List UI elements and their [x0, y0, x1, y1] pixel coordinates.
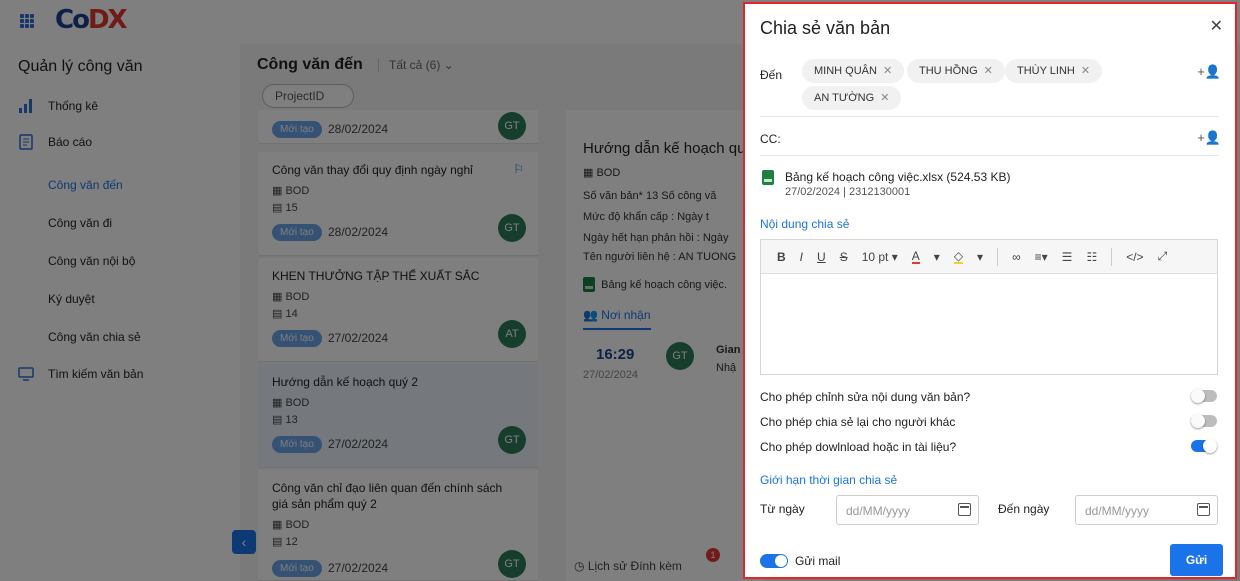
editor-toolbar: B I U S 10 pt ▾ A ▾ ◇ ▾ ∞ ≡▾ ☰ ☷ </> ⤢ — [761, 240, 1217, 274]
remove-chip-icon[interactable]: ✕ — [883, 65, 892, 77]
add-recipient-icon[interactable]: +👤 — [1197, 64, 1221, 80]
font-color-icon[interactable]: A — [911, 250, 920, 264]
toolbar-divider — [1111, 247, 1113, 266]
cc-label: CC: — [760, 132, 781, 146]
highlight-dropdown-icon[interactable]: ▾ — [977, 250, 983, 264]
rich-text-editor[interactable]: B I U S 10 pt ▾ A ▾ ◇ ▾ ∞ ≡▾ ☰ ☷ </> ⤢ — [760, 239, 1218, 375]
recipient-chip: THÙY LINH ✕ — [1005, 59, 1103, 83]
recipient-chip: MINH QUÂN ✕ — [802, 59, 905, 83]
toolbar-divider — [997, 247, 999, 266]
send-mail-toggle[interactable] — [760, 554, 788, 568]
close-icon[interactable]: ✕ — [1210, 16, 1223, 36]
divider — [760, 116, 1219, 117]
recipient-chip: THU HỒNG ✕ — [907, 59, 1005, 83]
calendar-icon[interactable] — [958, 503, 971, 516]
recipient-chip: AN TƯỜNG ✕ — [802, 86, 902, 110]
send-button[interactable]: Gửi — [1170, 544, 1223, 576]
italic-icon[interactable]: I — [800, 250, 803, 264]
font-color-dropdown-icon[interactable]: ▾ — [934, 250, 940, 264]
excel-file-icon — [762, 170, 774, 185]
add-cc-icon[interactable]: +👤 — [1197, 130, 1221, 146]
fullscreen-icon[interactable]: ⤢ — [1158, 249, 1168, 264]
align-icon[interactable]: ≡▾ — [1035, 250, 1048, 264]
send-mail-label: Gửi mail — [795, 554, 841, 568]
highlight-color-icon[interactable]: ◇ — [953, 250, 964, 264]
underline-icon[interactable]: U — [817, 250, 826, 264]
time-limit-label: Giới hạn thời gian chia sẻ — [760, 473, 898, 487]
to-date-input[interactable]: dd/MM/yyyy — [1075, 495, 1218, 525]
option-allow-edit-label: Cho phép chỉnh sửa nội dung văn bản? — [760, 390, 971, 404]
to-date-label: Đến ngày — [998, 502, 1050, 516]
allow-edit-toggle[interactable] — [1191, 389, 1217, 403]
option-allow-download-label: Cho phép dowlnload hoặc in tài liệu? — [760, 440, 957, 454]
remove-chip-icon[interactable]: ✕ — [1081, 65, 1090, 77]
font-size-dropdown[interactable]: 10 pt ▾ — [862, 250, 898, 264]
share-content-label: Nội dung chia sẻ — [760, 217, 850, 231]
strikethrough-icon[interactable]: S — [840, 250, 848, 264]
allow-download-toggle[interactable] — [1191, 439, 1217, 453]
from-date-label: Từ ngày — [760, 502, 805, 516]
link-icon[interactable]: ∞ — [1012, 250, 1021, 264]
allow-reshare-toggle[interactable] — [1191, 414, 1217, 428]
divider — [760, 155, 1219, 156]
attachment-name[interactable]: Bảng kế hoạch công việc.xlsx (524.53 KB) — [785, 170, 1010, 184]
to-label: Đến — [760, 68, 783, 82]
ordered-list-icon[interactable]: ☰ — [1062, 250, 1073, 264]
code-view-icon[interactable]: </> — [1126, 250, 1143, 264]
unordered-list-icon[interactable]: ☷ — [1086, 250, 1097, 264]
remove-chip-icon[interactable]: ✕ — [880, 92, 889, 104]
remove-chip-icon[interactable]: ✕ — [984, 65, 993, 77]
dialog-title: Chia sẻ văn bản — [760, 18, 891, 38]
share-document-dialog: Chia sẻ văn bản ✕ Đến MINH QUÂN ✕ THU HỒN… — [743, 2, 1237, 579]
attachment-meta: 27/02/2024 | 2312130001 — [785, 186, 911, 198]
calendar-icon[interactable] — [1197, 503, 1210, 516]
bold-icon[interactable]: B — [777, 250, 786, 264]
option-allow-reshare-label: Cho phép chia sẻ lại cho người khác — [760, 415, 956, 429]
from-date-input[interactable]: dd/MM/yyyy — [836, 495, 979, 525]
